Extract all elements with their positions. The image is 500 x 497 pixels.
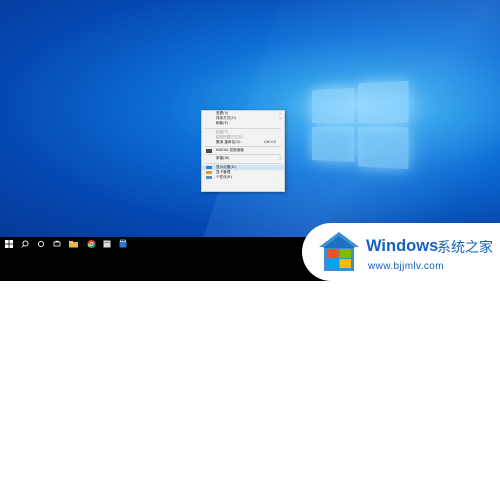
menu-separator — [205, 146, 281, 148]
multitask-icon[interactable] — [52, 239, 62, 249]
chrome-icon[interactable] — [86, 239, 97, 249]
menu-separator — [205, 162, 281, 164]
graphics-icon — [206, 170, 212, 175]
menu-item-label: 排序方式(O) — [216, 116, 237, 121]
store-icon[interactable] — [118, 239, 128, 249]
submenu-arrow-icon: › — [279, 156, 281, 162]
menu-item-label: NVIDIA 控制面板 — [216, 148, 245, 153]
windows-brand-logo-icon — [319, 232, 359, 271]
search-icon[interactable] — [20, 239, 30, 249]
brand-title: Windows — [366, 237, 439, 255]
menu-item-label: 粘贴快捷方式(S) — [216, 134, 243, 139]
personalize-icon — [206, 175, 212, 180]
desktop-context-menu: 查看(V) › 排序方式(O) › 刷新(E) 粘贴(P) 粘贴快捷方式(S) 撤消 重命名(… — [201, 110, 285, 192]
desktop-background: 查看(V) › 排序方式(O) › 刷新(E) 粘贴(P) 粘贴快捷方式(S) 撤消 重命名(… — [0, 0, 500, 237]
menu-item-label: 显示设置(D) — [216, 164, 236, 169]
context-menu-item[interactable]: NVIDIA 控制面板 — [202, 148, 284, 153]
nvidia-icon — [206, 149, 212, 153]
menu-item-label: 撤消 重命名(U) — [216, 139, 241, 144]
instruction-caption: 点击显示设置 — [206, 481, 285, 496]
menu-separator — [205, 127, 281, 129]
menu-item-label: 查看(V) — [216, 111, 229, 115]
task-view-icon[interactable] — [36, 239, 46, 249]
windows-logo-wallpaper — [312, 80, 409, 170]
start-icon[interactable] — [4, 239, 14, 249]
context-menu-item[interactable]: 刷新(E) — [202, 121, 284, 126]
context-menu-item[interactable]: 新建(W) › — [202, 156, 284, 161]
context-menu-item[interactable]: 个性化(R) — [202, 175, 284, 180]
file-explorer-icon[interactable] — [68, 239, 79, 249]
brand-url: www.bjjmlv.com — [368, 261, 444, 272]
menu-item-label: 粘贴(P) — [216, 129, 229, 134]
brand-chinese-name: 系统之家 — [437, 240, 493, 256]
context-menu-item[interactable]: 撤消 重命名(U) Ctrl+Z — [202, 140, 284, 145]
menu-item-label: 刷新(E) — [216, 121, 229, 126]
menu-item-label: 显卡管理 — [216, 169, 231, 174]
menu-item-shortcut: Ctrl+Z — [264, 139, 276, 144]
display-settings-icon — [206, 165, 212, 169]
menu-item-label: 个性化(R) — [216, 174, 233, 179]
menu-item-label: 新建(W) — [216, 156, 230, 161]
generic-app-icon[interactable] — [102, 239, 112, 249]
